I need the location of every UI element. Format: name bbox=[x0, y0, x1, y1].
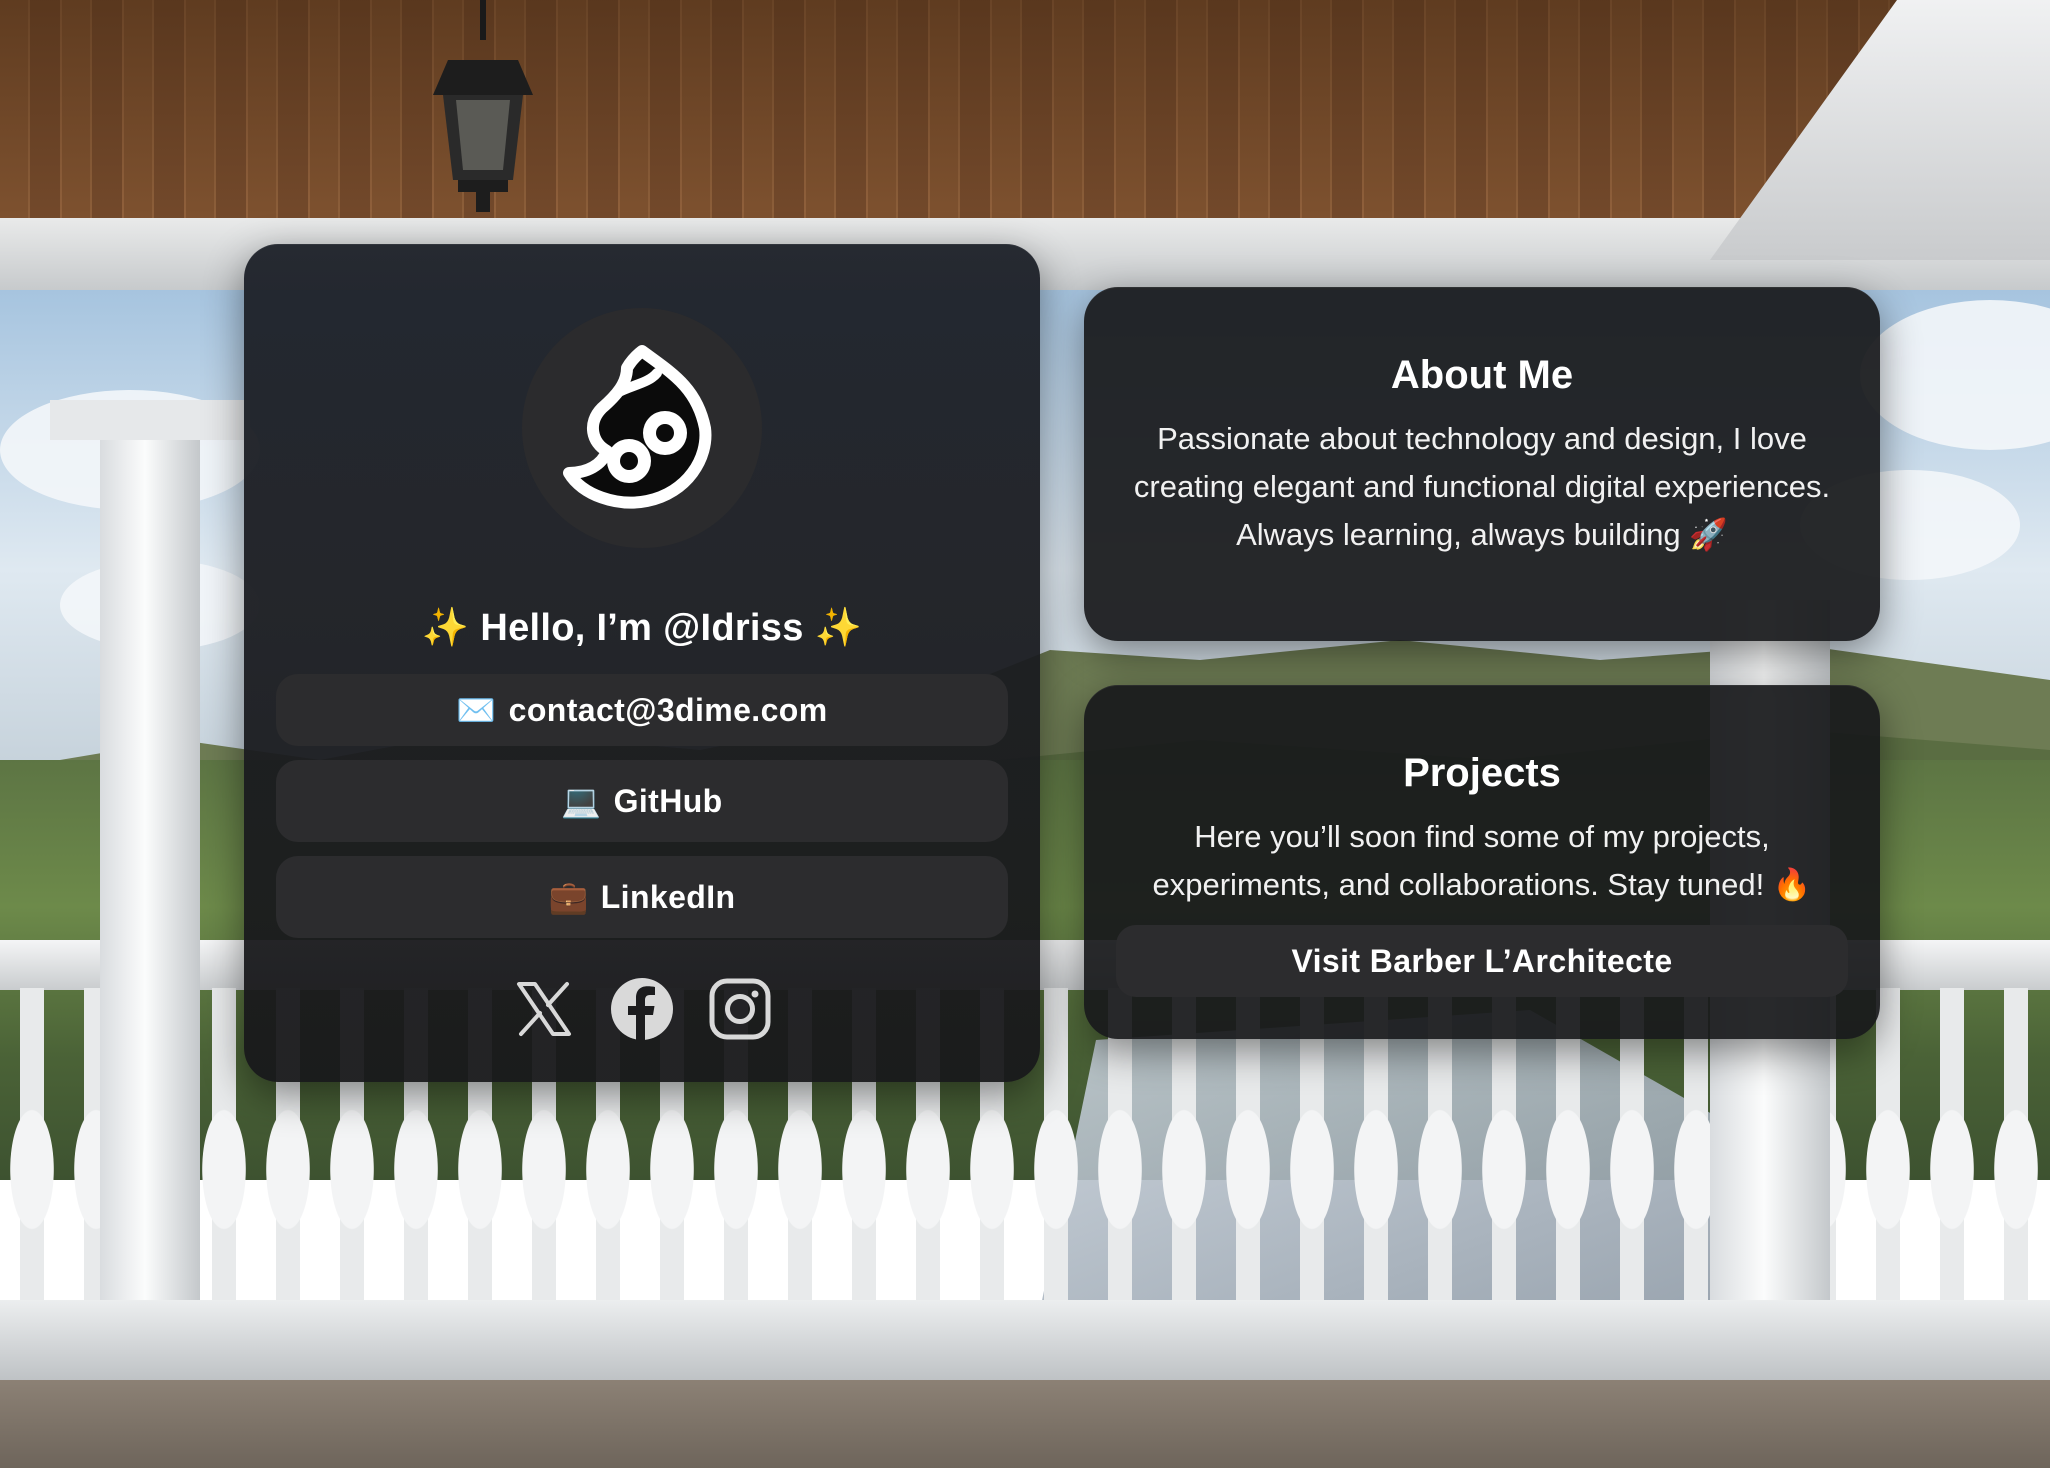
balcony-base bbox=[0, 1300, 2050, 1390]
greeting-heading: ✨ Hello, I’m @Idriss ✨ bbox=[244, 606, 1040, 650]
visit-barber-button[interactable]: Visit Barber L’Architecte bbox=[1116, 925, 1848, 997]
email-button[interactable]: ✉️ contact@3dime.com bbox=[276, 674, 1008, 746]
floor bbox=[0, 1380, 2050, 1468]
about-card: About Me Passionate about technology and… bbox=[1084, 287, 1880, 641]
avatar bbox=[522, 308, 762, 548]
github-button[interactable]: 💻 GitHub bbox=[276, 760, 1008, 842]
briefcase-icon: 💼 bbox=[548, 879, 589, 915]
email-label: contact@3dime.com bbox=[508, 691, 828, 728]
projects-text: Here you’ll soon find some of my project… bbox=[1152, 819, 1812, 902]
about-title: About Me bbox=[1390, 353, 1574, 397]
greeting-text: Hello, I’m @Idriss bbox=[480, 607, 804, 649]
sparkles-icon: ✨ bbox=[421, 607, 470, 649]
ceiling-shade bbox=[0, 0, 2050, 250]
linkedin-button[interactable]: 💼 LinkedIn bbox=[276, 856, 1008, 938]
projects-card: Projects Here you’ll soon find some of m… bbox=[1084, 685, 1880, 1039]
facebook-icon[interactable] bbox=[609, 976, 675, 1042]
x-twitter-icon[interactable] bbox=[511, 976, 577, 1042]
column-cap bbox=[50, 400, 250, 440]
github-label: GitHub bbox=[613, 782, 723, 819]
laptop-icon: 💻 bbox=[561, 783, 602, 819]
about-text: Passionate about technology and design, … bbox=[1133, 421, 1831, 552]
instagram-icon[interactable] bbox=[707, 976, 773, 1042]
social-links bbox=[244, 976, 1040, 1042]
owl-logo-icon bbox=[563, 345, 712, 509]
linkedin-label: LinkedIn bbox=[600, 878, 736, 915]
sparkles-icon: ✨ bbox=[814, 607, 863, 649]
projects-title: Projects bbox=[1403, 751, 1561, 795]
hanging-lantern-icon bbox=[433, 0, 533, 212]
envelope-icon: ✉️ bbox=[456, 692, 497, 728]
column-left bbox=[100, 420, 200, 1320]
